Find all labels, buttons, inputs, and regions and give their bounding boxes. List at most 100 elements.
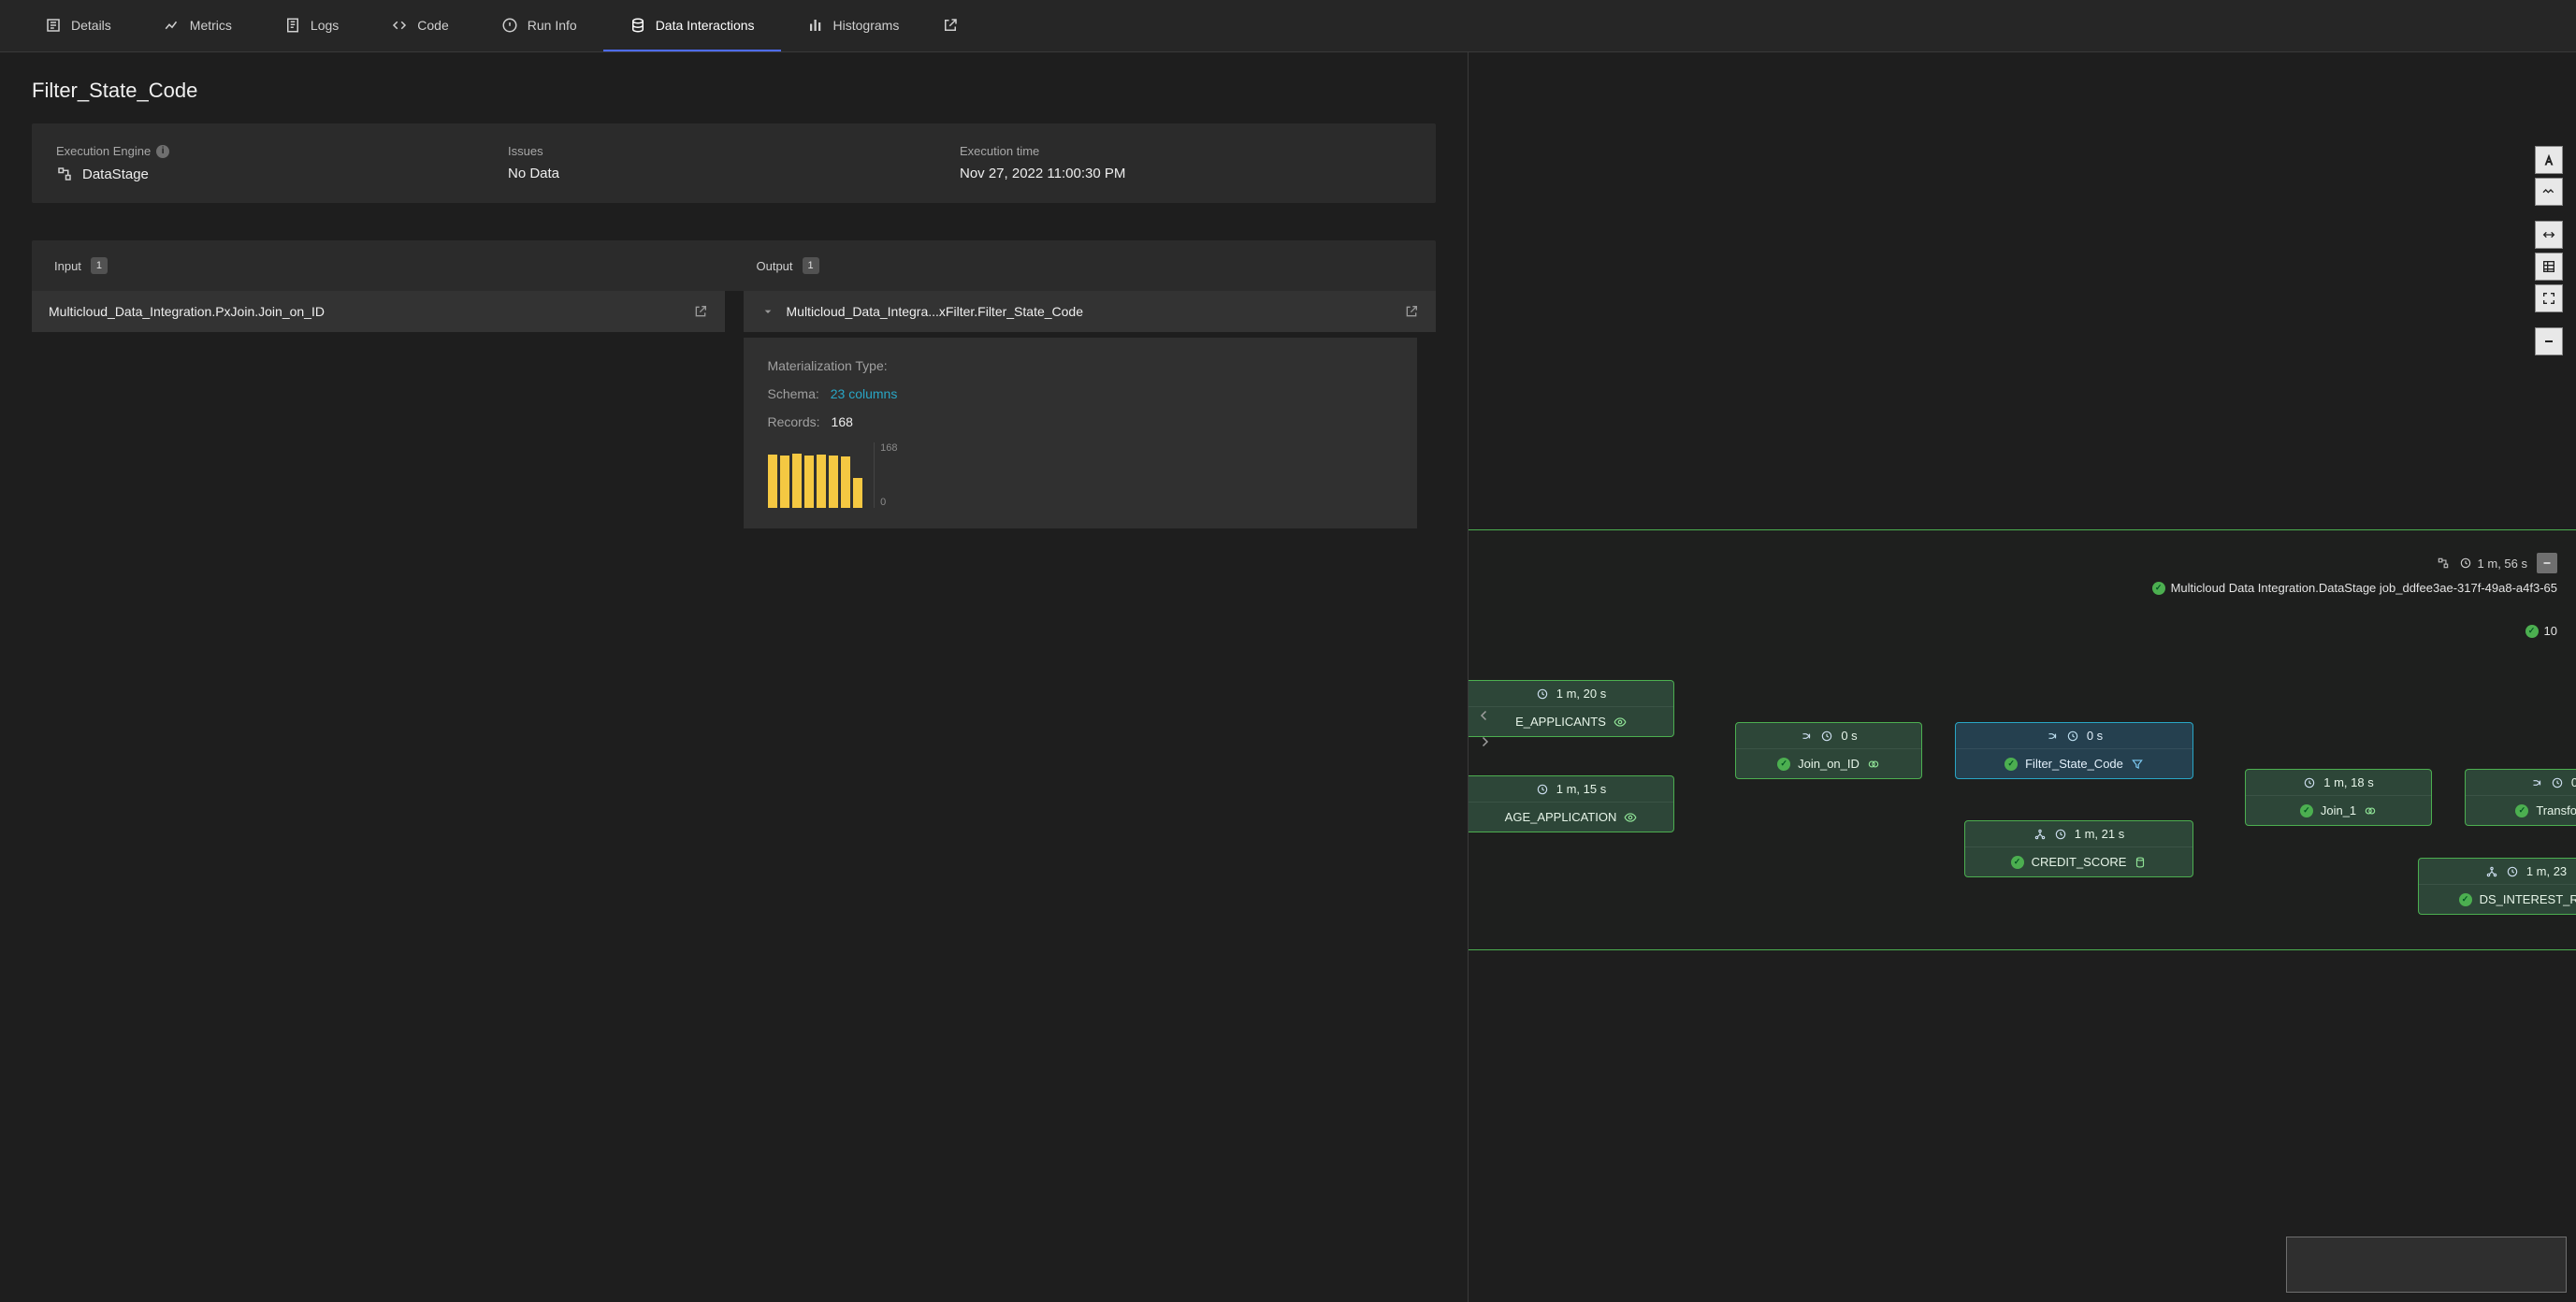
hist-bar <box>792 454 802 508</box>
node-transformer[interactable]: 0 s ✓Transformer <box>2465 769 2576 826</box>
records-label: Records: <box>768 414 820 429</box>
transform-stage-icon <box>2530 776 2543 789</box>
io-header: Input 1 Output 1 <box>32 240 1436 291</box>
issues-label: Issues <box>508 144 960 158</box>
hist-bar <box>768 455 777 508</box>
node-applicants[interactable]: 1 m, 20 s E_APPLICANTS <box>1469 680 1674 737</box>
lane-job-name: Multicloud Data Integration.DataStage jo… <box>2171 581 2557 595</box>
tab-label: Code <box>417 18 448 33</box>
open-external-icon <box>942 17 959 34</box>
tab-metrics[interactable]: Metrics <box>137 0 258 51</box>
hist-bar <box>817 455 826 508</box>
zigzag-tool-button[interactable] <box>2535 178 2563 206</box>
node-credit-score[interactable]: 1 m, 21 s ✓CREDIT_SCORE <box>1964 820 2193 877</box>
chevron-right-icon[interactable] <box>1476 733 1493 750</box>
info-icon[interactable]: i <box>156 145 169 158</box>
node-filter-state-code[interactable]: 0 s ✓Filter_State_Code <box>1955 722 2193 779</box>
db-type-icon <box>2134 856 2147 869</box>
table-tool-button[interactable] <box>2535 253 2563 281</box>
text-tool-button[interactable] <box>2535 146 2563 174</box>
schema-link[interactable]: 23 columns <box>831 386 898 401</box>
join-type-icon <box>1867 758 1880 771</box>
join-icon <box>1800 730 1813 743</box>
clock-icon <box>1536 783 1549 796</box>
hist-min: 0 <box>880 497 897 508</box>
filter-type-icon <box>2131 758 2144 771</box>
exec-time-value: Nov 27, 2022 11:00:30 PM <box>960 166 1411 181</box>
minimap[interactable] <box>2286 1237 2567 1293</box>
tab-label: Logs <box>311 18 339 33</box>
hist-bar <box>804 456 814 508</box>
code-icon <box>391 17 408 34</box>
node-application[interactable]: 1 m, 15 s AGE_APPLICATION <box>1469 775 1674 832</box>
view-icon <box>1614 716 1627 729</box>
minus-tool-button[interactable] <box>2535 327 2563 355</box>
data-interactions-icon <box>630 17 646 34</box>
tab-data-interactions[interactable]: Data Interactions <box>603 0 781 51</box>
logs-icon <box>284 17 301 34</box>
lane-header: 1 m, 56 s <box>2437 553 2557 573</box>
clock-icon <box>2054 828 2067 841</box>
tab-open-external[interactable] <box>925 0 976 51</box>
collapse-lane-button[interactable] <box>2537 553 2557 573</box>
output-row-text: Multicloud_Data_Integra...xFilter.Filter… <box>787 304 1084 319</box>
node-join-1[interactable]: 1 m, 18 s ✓Join_1 <box>2245 769 2432 826</box>
input-label: Input <box>54 259 81 273</box>
status-check-icon: ✓ <box>2300 804 2313 817</box>
open-external-icon[interactable] <box>1404 304 1419 319</box>
clock-icon <box>2459 557 2472 570</box>
output-label: Output <box>757 259 793 273</box>
metrics-icon <box>164 17 181 34</box>
datastage-icon <box>56 166 73 182</box>
output-count-badge: 1 <box>803 257 819 274</box>
engine-label: Execution Engine i <box>56 144 508 158</box>
histograms-icon <box>807 17 824 34</box>
exec-time-label: Execution time <box>960 144 1411 158</box>
input-row[interactable]: Multicloud_Data_Integration.PxJoin.Join_… <box>32 291 725 332</box>
page-title: Filter_State_Code <box>32 79 1436 103</box>
clock-icon <box>2066 730 2079 743</box>
hist-max: 168 <box>880 442 897 454</box>
tab-label: Metrics <box>190 18 232 33</box>
chevron-down-icon[interactable] <box>760 304 775 319</box>
status-check-icon: ✓ <box>2515 804 2528 817</box>
output-row[interactable]: Multicloud_Data_Integra...xFilter.Filter… <box>744 291 1437 332</box>
tab-logs[interactable]: Logs <box>258 0 365 51</box>
node-interest-rate[interactable]: 1 m, 23 ✓DS_INTEREST_RAT <box>2418 858 2576 915</box>
status-check-icon: ✓ <box>2011 856 2024 869</box>
source-icon <box>2033 828 2047 841</box>
tab-label: Histograms <box>833 18 900 33</box>
lineage-canvas[interactable]: 1 m, 56 s ✓ Multicloud Data Integration.… <box>1469 52 2576 1302</box>
node-join-on-id[interactable]: 0 s ✓Join_on_ID <box>1735 722 1922 779</box>
fit-tool-button[interactable] <box>2535 284 2563 312</box>
hist-bar <box>841 456 850 508</box>
run-info-icon <box>501 17 518 34</box>
source-icon <box>2485 865 2498 878</box>
tab-label: Details <box>71 18 111 33</box>
tab-histograms[interactable]: Histograms <box>781 0 926 51</box>
status-check-icon: ✓ <box>2459 893 2472 906</box>
hist-axis: 168 0 <box>874 442 897 508</box>
output-detail-card: Materialization Type: Schema: 23 columns… <box>744 338 1417 528</box>
open-external-icon[interactable] <box>693 304 708 319</box>
tab-bar: Details Metrics Logs Code Run Info <box>0 0 2576 52</box>
hist-bar <box>853 478 862 508</box>
tab-run-info[interactable]: Run Info <box>475 0 603 51</box>
chevron-left-icon[interactable] <box>1476 707 1493 724</box>
lane-icon <box>2437 557 2450 570</box>
status-check-icon: ✓ <box>2152 582 2165 595</box>
clock-icon <box>2303 776 2316 789</box>
hist-bar <box>780 456 789 508</box>
input-row-text: Multicloud_Data_Integration.PxJoin.Join_… <box>49 304 325 319</box>
tab-code[interactable]: Code <box>365 0 474 51</box>
status-check-icon: ✓ <box>1777 758 1790 771</box>
details-panel: Filter_State_Code Execution Engine i Dat… <box>0 52 1469 1302</box>
materialization-label: Materialization Type: <box>768 358 888 373</box>
clock-icon <box>1820 730 1833 743</box>
join-type-icon <box>2364 804 2377 817</box>
panel-handles <box>1476 707 1493 750</box>
tab-label: Run Info <box>528 18 577 33</box>
details-icon <box>45 17 62 34</box>
resize-tool-button[interactable] <box>2535 221 2563 249</box>
tab-details[interactable]: Details <box>19 0 137 51</box>
